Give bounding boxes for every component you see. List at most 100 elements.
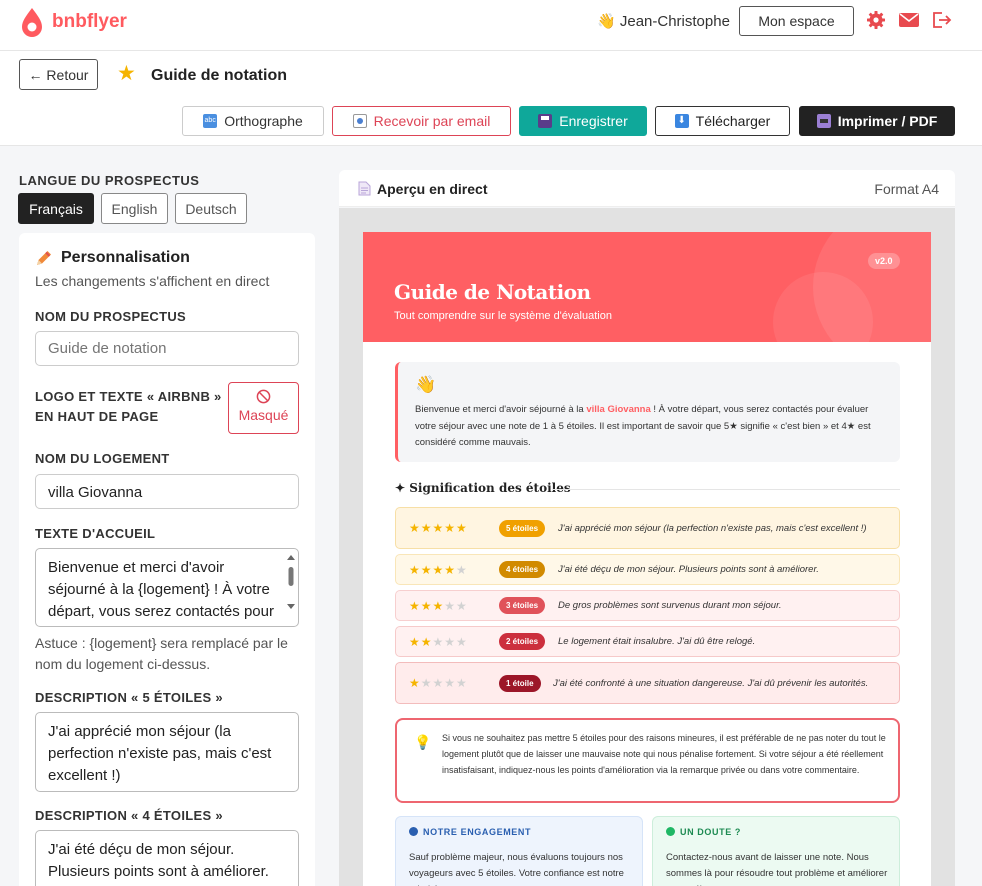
lang-button-en[interactable]: English bbox=[101, 193, 168, 224]
gear-icon[interactable] bbox=[865, 10, 887, 30]
doubt-box: UN DOUTE ? Contactez-nous avant de laiss… bbox=[652, 816, 900, 886]
mon-espace-button[interactable]: Mon espace bbox=[739, 6, 854, 36]
rating-badge: 2 étoiles bbox=[499, 633, 546, 650]
stars-filled: ★★★★ bbox=[409, 562, 457, 577]
welcome-text-label: TEXTE D'ACCUEIL bbox=[35, 526, 156, 541]
rating-badge: 5 étoiles bbox=[499, 519, 546, 537]
stars-filled: ★★ bbox=[409, 634, 433, 649]
desc5-label: DESCRIPTION « 5 ÉTOILES » bbox=[35, 690, 223, 705]
rating-stars: ★★★★★ bbox=[409, 676, 468, 690]
prospectus-name-label: NOM DU PROSPECTUS bbox=[35, 309, 187, 324]
rating-badge: 1 étoile bbox=[499, 674, 541, 692]
flyer-title: Guide de Notation bbox=[394, 280, 591, 304]
welcome-textarea-value: Bienvenue et merci d'avoir séjourné à la… bbox=[48, 559, 274, 620]
logo-toggle-state: Masqué bbox=[238, 407, 289, 423]
document-icon bbox=[358, 181, 371, 196]
stars-empty: ★★★ bbox=[432, 634, 468, 649]
rating-badge: 3 étoiles bbox=[499, 597, 546, 614]
logo-toggle-button[interactable]: Masqué bbox=[228, 382, 299, 434]
stars-empty: ★★★★ bbox=[420, 676, 468, 690]
app-name: bnbflyer bbox=[52, 11, 127, 32]
stars-section-title: ✦ Signification des étoiles bbox=[395, 481, 571, 495]
download-button[interactable]: ⬇ Télécharger bbox=[655, 106, 790, 136]
rating-text: Le logement était insalubre. J'ai dû êtr… bbox=[558, 636, 756, 647]
blue-dot-icon bbox=[409, 827, 418, 836]
rating-row-2: ★★★★★ 2 étoiles Le logement était insalu… bbox=[395, 626, 900, 657]
welcome-textarea[interactable]: Bienvenue et merci d'avoir séjourné à la… bbox=[35, 548, 299, 627]
star-icon: ★ bbox=[117, 62, 136, 85]
stars-empty: ★★ bbox=[444, 598, 468, 613]
flame-logo-icon bbox=[22, 8, 42, 37]
green-dot-icon bbox=[666, 827, 675, 836]
flyer-hero: v2.0 Guide de Notation Tout comprendre s… bbox=[363, 232, 931, 342]
rating-row-1: ★★★★★ 1 étoile J'ai été confronté à une … bbox=[395, 662, 900, 704]
print-pdf-button[interactable]: Imprimer / PDF bbox=[799, 106, 955, 136]
envelope-icon bbox=[352, 114, 367, 128]
back-button[interactable]: ← Retour bbox=[19, 59, 98, 90]
spellcheck-label: Orthographe bbox=[224, 113, 303, 129]
pencil-icon bbox=[37, 251, 51, 265]
panel-title: Personnalisation bbox=[35, 249, 190, 267]
save-button[interactable]: Enregistrer bbox=[519, 106, 647, 136]
version-badge: v2.0 bbox=[868, 253, 900, 269]
page-title: Guide de notation bbox=[151, 67, 287, 84]
lang-button-fr[interactable]: Français bbox=[18, 193, 94, 224]
section-divider bbox=[553, 489, 900, 490]
page-header: ← Retour ★ Guide de notation abc Orthogr… bbox=[0, 51, 982, 146]
desc4-label: DESCRIPTION « 4 ÉTOILES » bbox=[35, 808, 223, 823]
engagement-box: NOTRE ENGAGEMENT Sauf problème majeur, n… bbox=[395, 816, 643, 886]
rating-text: De gros problèmes sont survenus durant m… bbox=[558, 600, 782, 611]
logo-toggle-label: LOGO ET TEXTE « AIRBNB » EN HAUT DE PAGE bbox=[35, 389, 222, 424]
top-bar: bnbflyer 👋 Jean-Christophe Mon espace bbox=[0, 0, 982, 51]
prospectus-name-input[interactable] bbox=[35, 331, 299, 366]
tip-box: 💡 Si vous ne souhaitez pas mettre 5 étoi… bbox=[395, 718, 900, 803]
lodging-name-label: NOM DU LOGEMENT bbox=[35, 451, 170, 466]
wave-icon: 👋 bbox=[597, 13, 616, 30]
save-label: Enregistrer bbox=[559, 113, 628, 129]
engagement-title-text: NOTRE ENGAGEMENT bbox=[423, 827, 532, 837]
doubt-title: UN DOUTE ? bbox=[666, 827, 741, 837]
panel-hint: Les changements s'affichent en direct bbox=[35, 273, 270, 289]
wave-icon: 👋 bbox=[415, 375, 437, 394]
desc5-textarea[interactable]: J'ai apprécié mon séjour (la perfection … bbox=[35, 712, 299, 792]
rating-badge: 4 étoiles bbox=[499, 561, 546, 578]
lodging-name-input[interactable]: villa Giovanna bbox=[35, 474, 299, 509]
download-arrow-icon: ⬇ bbox=[674, 114, 689, 128]
flyer-page: v2.0 Guide de Notation Tout comprendre s… bbox=[363, 232, 931, 886]
spellcheck-button[interactable]: abc Orthographe bbox=[182, 106, 324, 136]
app-logo[interactable]: bnbflyer bbox=[20, 6, 127, 38]
floppy-disk-icon bbox=[538, 114, 553, 128]
lightbulb-icon: 💡 bbox=[414, 734, 432, 750]
email-button[interactable]: Recevoir par email bbox=[332, 106, 511, 136]
preview-title: Aperçu en direct bbox=[377, 181, 488, 197]
language-label: LANGUE DU PROSPECTUS bbox=[19, 173, 200, 188]
rating-text: J'ai été déçu de mon séjour. Plusieurs p… bbox=[558, 564, 819, 575]
download-label: Télécharger bbox=[695, 113, 771, 129]
doubt-title-text: UN DOUTE ? bbox=[680, 827, 741, 837]
doubt-text: Contactez-nous avant de laisser une note… bbox=[666, 852, 888, 886]
rating-stars: ★★★★★ bbox=[409, 563, 468, 577]
tip-text: Si vous ne souhaitez pas mettre 5 étoile… bbox=[442, 733, 886, 775]
spellcheck-icon: abc bbox=[203, 114, 218, 128]
customization-panel: Personnalisation Les changements s'affic… bbox=[19, 233, 315, 886]
rating-row-5: ★★★★★ 5 étoiles J'ai apprécié mon séjour… bbox=[395, 507, 900, 549]
lang-button-de[interactable]: Deutsch bbox=[175, 193, 247, 224]
rating-text: J'ai apprécié mon séjour (la perfection … bbox=[558, 522, 867, 534]
prohibited-icon bbox=[256, 389, 271, 404]
textarea-scrollbar[interactable] bbox=[286, 553, 296, 623]
logout-icon[interactable] bbox=[931, 10, 953, 30]
rating-row-3: ★★★★★ 3 étoiles De gros problèmes sont s… bbox=[395, 590, 900, 621]
rating-row-4: ★★★★★ 4 étoiles J'ai été déçu de mon séj… bbox=[395, 554, 900, 585]
welcome-box: 👋 Bienvenue et merci d'avoir séjourné à … bbox=[395, 362, 900, 462]
printer-icon bbox=[816, 114, 831, 128]
rating-text: J'ai été confronté à une situation dange… bbox=[553, 677, 869, 689]
stars-empty: ★ bbox=[456, 562, 468, 577]
desc4-textarea[interactable]: J'ai été déçu de mon séjour. Plusieurs p… bbox=[35, 830, 299, 886]
mail-icon[interactable] bbox=[898, 10, 920, 30]
engagement-text: Sauf problème majeur, nous évaluons touj… bbox=[409, 852, 624, 886]
welcome-text: Bienvenue et merci d'avoir séjourné à la… bbox=[415, 402, 890, 452]
rating-stars: ★★★★★ bbox=[409, 521, 468, 535]
welcome-lodging: villa Giovanna bbox=[586, 404, 651, 415]
flyer-subtitle: Tout comprendre sur le système d'évaluat… bbox=[394, 310, 612, 322]
email-label: Recevoir par email bbox=[373, 113, 491, 129]
